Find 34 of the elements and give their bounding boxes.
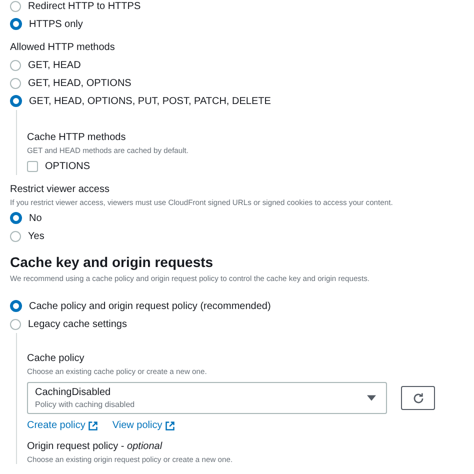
external-link-icon bbox=[165, 420, 176, 430]
caret-icon bbox=[367, 395, 376, 401]
option-label: Legacy cache settings bbox=[28, 318, 127, 330]
radio-button[interactable] bbox=[10, 230, 21, 242]
radio-button[interactable] bbox=[10, 0, 21, 12]
radio-button[interactable] bbox=[10, 60, 21, 70]
checkbox[interactable] bbox=[27, 160, 38, 172]
option-label: OPTIONS bbox=[45, 160, 90, 172]
radio-button[interactable] bbox=[10, 318, 21, 330]
external-link-icon bbox=[88, 420, 98, 430]
radio-button[interactable] bbox=[10, 95, 22, 107]
field-label: Origin request policy - optional bbox=[27, 441, 164, 452]
refresh-button[interactable] bbox=[401, 386, 435, 410]
option-label: Yes bbox=[28, 230, 44, 242]
radio-button[interactable] bbox=[10, 212, 22, 224]
radio-button[interactable] bbox=[10, 18, 22, 30]
radio-button[interactable] bbox=[10, 78, 21, 88]
policy-link[interactable]: View policy bbox=[112, 420, 176, 431]
refresh-icon bbox=[412, 392, 424, 404]
option-label: Redirect HTTP to HTTPS bbox=[28, 0, 141, 12]
option-label: Cache policy and origin request policy (recommended) bbox=[29, 300, 271, 312]
option-label: GET, HEAD, OPTIONS, PUT, POST, PATCH, DELETE bbox=[29, 96, 271, 106]
policy-link[interactable]: Create policy bbox=[27, 420, 98, 431]
field-label: Allowed HTTP methods bbox=[10, 42, 116, 53]
field-label: Cache policy bbox=[27, 353, 86, 364]
cache-policy-select[interactable]: CachingDisabled Policy with caching disabled bbox=[27, 382, 387, 414]
option-label: No bbox=[29, 212, 42, 224]
option-label: GET, HEAD, OPTIONS bbox=[28, 78, 132, 88]
option-label: HTTPS only bbox=[29, 18, 83, 30]
section-heading: Cache key and origin requests bbox=[10, 254, 214, 270]
option-label: GET, HEAD bbox=[28, 60, 81, 70]
field-label: Restrict viewer access bbox=[10, 184, 110, 195]
field-label: Cache HTTP methods bbox=[27, 132, 127, 143]
radio-button[interactable] bbox=[10, 300, 22, 312]
